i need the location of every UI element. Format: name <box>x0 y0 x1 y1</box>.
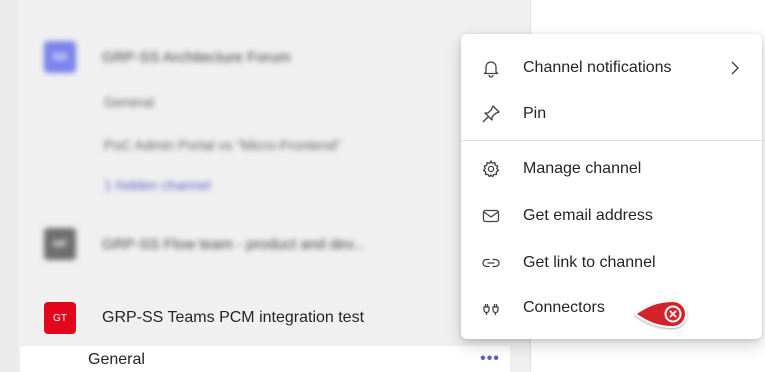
menu-item-label: Connectors <box>523 299 605 316</box>
menu-item-get-email-address[interactable]: Get email address <box>461 194 762 238</box>
app-left-rail <box>0 0 18 372</box>
more-options-button[interactable]: ••• <box>475 348 505 370</box>
team-avatar: GT <box>44 302 76 334</box>
link-icon <box>481 253 501 273</box>
menu-item-label: Channel notifications <box>523 59 672 76</box>
menu-item-get-link-to-channel[interactable]: Get link to channel <box>461 241 762 285</box>
channel-item[interactable]: PoC Admin Portal vs "Micro-Frontend" <box>104 137 341 153</box>
menu-item-label: Pin <box>523 105 547 122</box>
channel-item[interactable]: General <box>104 94 154 110</box>
channel-context-menu: Channel notifications Pin Manage channel <box>461 34 762 339</box>
team-row[interactable]: GS GRP-SS Architecture Forum <box>44 41 290 73</box>
hidden-channels-link[interactable]: 1 hidden channel <box>104 177 211 193</box>
pin-icon <box>481 104 501 124</box>
menu-divider <box>461 140 762 141</box>
team-name: GRP-SS Architecture Forum <box>102 48 291 66</box>
channel-name: General <box>88 351 145 368</box>
annotation-marker <box>633 298 693 330</box>
menu-item-pin[interactable]: Pin <box>461 92 762 136</box>
menu-item-channel-notifications[interactable]: Channel notifications <box>461 46 762 90</box>
chevron-right-icon <box>727 58 743 78</box>
team-name: GRP-SS Teams PCM integration test <box>102 309 365 326</box>
menu-item-label: Manage channel <box>523 160 642 177</box>
teams-list-panel: GS GRP-SS Architecture Forum General PoC… <box>18 0 530 372</box>
mail-icon <box>481 206 501 226</box>
plug-icon <box>481 298 501 318</box>
bell-icon <box>481 58 501 78</box>
team-avatar: GS <box>44 41 76 73</box>
selected-channel-row[interactable]: General ••• <box>20 346 510 372</box>
menu-item-label: Get email address <box>523 207 653 224</box>
team-name: GRP-SS Flow team - product and dev... <box>102 235 366 253</box>
gear-icon <box>481 159 501 179</box>
team-avatar: GF <box>44 228 76 260</box>
team-row[interactable]: GF GRP-SS Flow team - product and dev... <box>44 228 365 260</box>
team-row-active[interactable]: GT GRP-SS Teams PCM integration test <box>44 302 364 334</box>
menu-item-connectors[interactable]: Connectors <box>461 286 762 330</box>
menu-item-manage-channel[interactable]: Manage channel <box>461 147 762 191</box>
menu-item-label: Get link to channel <box>523 254 656 271</box>
